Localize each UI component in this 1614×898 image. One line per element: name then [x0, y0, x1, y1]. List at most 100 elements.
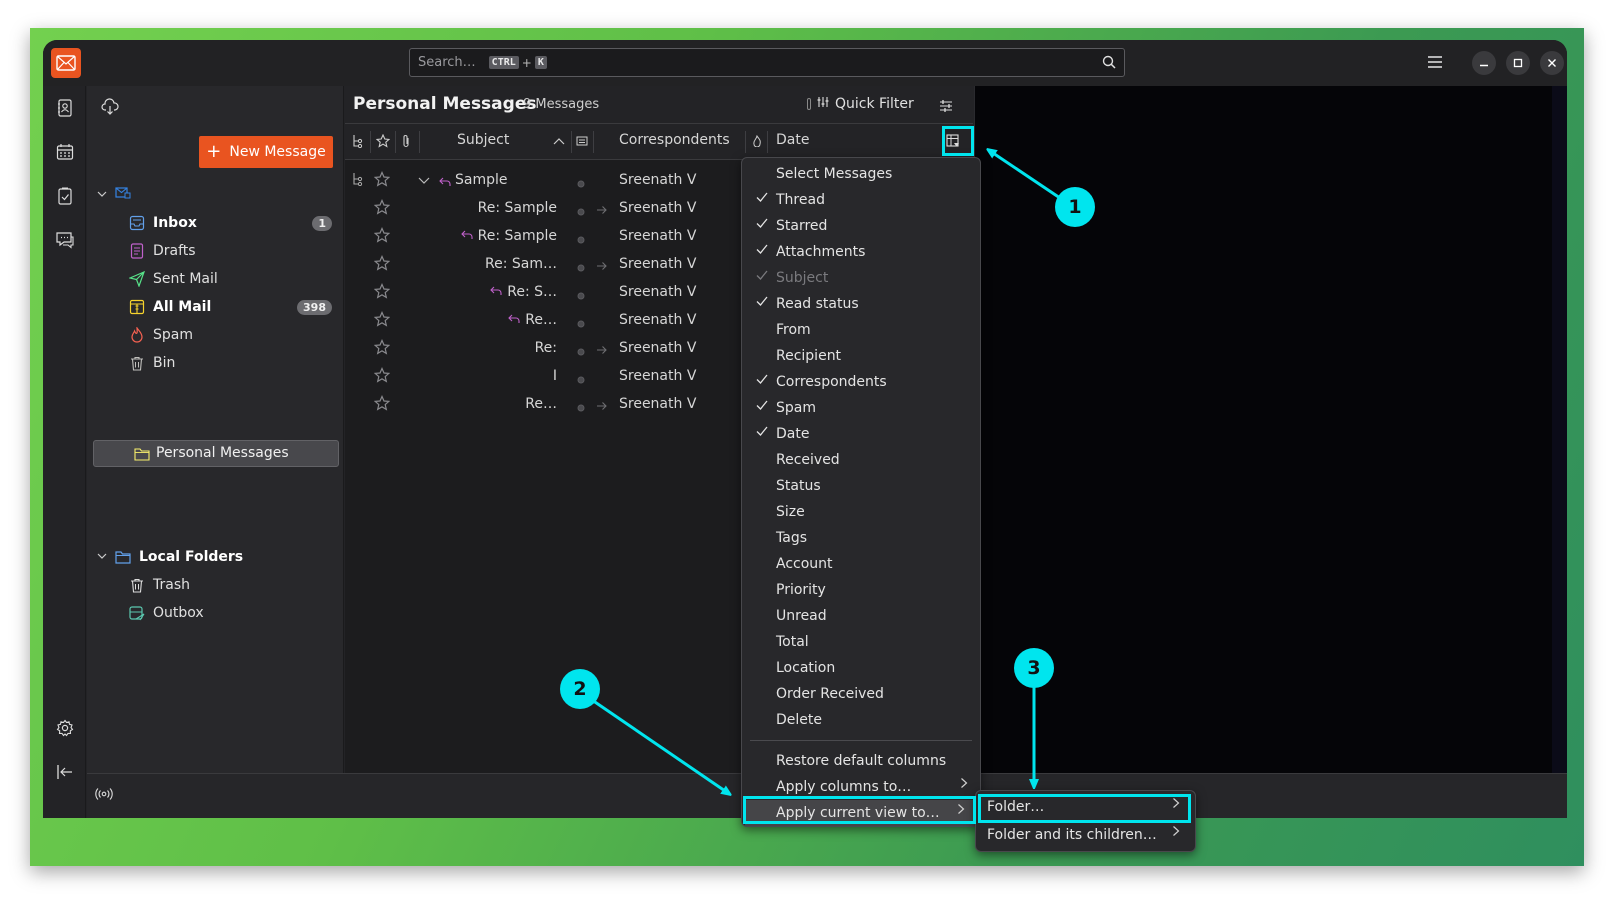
- read-status-dot-icon[interactable]: [577, 316, 585, 332]
- quick-filter-button[interactable]: Quick Filter: [807, 96, 914, 112]
- folder-all-mail[interactable]: All Mail 398: [87, 294, 344, 320]
- menu-item-status[interactable]: Status: [742, 473, 980, 499]
- chevron-down-icon[interactable]: [97, 549, 107, 565]
- folder-trash[interactable]: Trash: [87, 572, 344, 598]
- get-messages-icon[interactable]: [101, 98, 119, 120]
- unread-count-badge: 398: [297, 299, 332, 315]
- menu-item-correspondents[interactable]: Correspondents: [742, 369, 980, 395]
- display-options-icon[interactable]: [939, 98, 953, 117]
- checkmark-icon: [756, 425, 768, 441]
- menu-item-size[interactable]: Size: [742, 499, 980, 525]
- new-message-button[interactable]: + New Message: [199, 136, 333, 168]
- outgoing-arrow-icon: [596, 203, 608, 219]
- message-subject: Re: Sample: [477, 228, 557, 244]
- menu-item-restore-default-columns[interactable]: Restore default columns: [742, 748, 980, 774]
- menu-item-priority[interactable]: Priority: [742, 577, 980, 603]
- menu-item-delete[interactable]: Delete: [742, 707, 980, 733]
- folder-label: Personal Messages: [156, 445, 289, 461]
- subject-column-header[interactable]: Subject: [457, 132, 509, 148]
- star-icon[interactable]: [373, 395, 391, 415]
- message-correspondent: Sreenath V: [619, 396, 697, 412]
- menu-item-label: Status: [776, 478, 821, 494]
- message-subject-cell: Re:: [535, 340, 557, 356]
- star-icon[interactable]: [373, 311, 391, 331]
- close-window-button[interactable]: [1540, 51, 1564, 75]
- star-icon[interactable]: [373, 171, 391, 191]
- menu-item-total[interactable]: Total: [742, 629, 980, 655]
- folder-label: Drafts: [153, 243, 196, 259]
- folder-drafts[interactable]: Drafts: [87, 238, 344, 264]
- menu-item-label: Tags: [776, 530, 807, 546]
- menu-item-recipient[interactable]: Recipient: [742, 343, 980, 369]
- read-status-dot-icon[interactable]: [577, 400, 585, 416]
- search-icon[interactable]: [1102, 55, 1116, 73]
- menu-item-thread[interactable]: Thread: [742, 187, 980, 213]
- spam-column-icon[interactable]: [752, 134, 762, 151]
- collapse-toolbar-icon[interactable]: [53, 760, 77, 784]
- menu-item-tags[interactable]: Tags: [742, 525, 980, 551]
- thread-column-icon[interactable]: [352, 134, 364, 152]
- folder-sent-mail[interactable]: Sent Mail: [87, 266, 344, 292]
- message-subject: Re: S…: [507, 284, 557, 300]
- date-column-header[interactable]: Date: [776, 132, 809, 148]
- address-book-icon[interactable]: [53, 96, 77, 120]
- menu-item-attachments[interactable]: Attachments: [742, 239, 980, 265]
- global-search-input[interactable]: Search… CTRL + K: [409, 48, 1125, 77]
- attachment-column-icon[interactable]: [401, 134, 411, 153]
- new-message-label: New Message: [229, 144, 326, 160]
- menu-item-spam[interactable]: Spam: [742, 395, 980, 421]
- menu-item-unread[interactable]: Unread: [742, 603, 980, 629]
- submenu-item-folder-and-children[interactable]: Folder and its children…: [979, 822, 1192, 848]
- menu-item-label: Apply columns to…: [776, 779, 912, 795]
- read-status-dot-icon[interactable]: [577, 288, 585, 304]
- maximize-button[interactable]: [1506, 51, 1530, 75]
- settings-gear-icon[interactable]: [53, 716, 77, 740]
- minimize-button[interactable]: [1472, 51, 1496, 75]
- read-status-dot-icon[interactable]: [577, 260, 585, 276]
- online-status-icon[interactable]: [95, 786, 113, 805]
- app-logo-icon[interactable]: [51, 48, 81, 78]
- archive-icon: [129, 299, 145, 315]
- folder-inbox[interactable]: Inbox 1: [87, 210, 344, 236]
- sort-ascending-icon[interactable]: [553, 134, 565, 150]
- thread-icon: [352, 172, 364, 190]
- star-icon[interactable]: [373, 199, 391, 219]
- local-folders-row[interactable]: Local Folders: [87, 544, 344, 570]
- chat-icon[interactable]: [53, 228, 77, 252]
- menu-item-label: Spam: [776, 400, 816, 416]
- app-menu-hamburger-icon[interactable]: [1427, 54, 1443, 73]
- thread-collapse-chevron-icon[interactable]: [418, 174, 430, 190]
- read-status-dot-icon[interactable]: [577, 176, 585, 192]
- column-header-row: Subject Correspondents Date: [345, 124, 973, 160]
- tasks-icon[interactable]: [53, 184, 77, 208]
- menu-item-read-status[interactable]: Read status: [742, 291, 980, 317]
- read-status-dot-icon[interactable]: [577, 372, 585, 388]
- read-status-column-icon[interactable]: [576, 135, 588, 151]
- menu-item-select-messages[interactable]: Select Messages: [742, 161, 980, 187]
- folder-spam[interactable]: Spam: [87, 322, 344, 348]
- correspondents-column-header[interactable]: Correspondents: [619, 132, 730, 148]
- menu-item-location[interactable]: Location: [742, 655, 980, 681]
- menu-item-order-received[interactable]: Order Received: [742, 681, 980, 707]
- menu-item-date[interactable]: Date: [742, 421, 980, 447]
- star-icon[interactable]: [373, 227, 391, 247]
- star-icon[interactable]: [373, 283, 391, 303]
- starred-column-icon[interactable]: [375, 133, 391, 152]
- calendar-icon[interactable]: [53, 140, 77, 164]
- account-row[interactable]: [87, 182, 344, 208]
- menu-item-account[interactable]: Account: [742, 551, 980, 577]
- star-icon[interactable]: [373, 255, 391, 275]
- folder-personal-messages[interactable]: Personal Messages: [93, 440, 339, 467]
- menu-item-starred[interactable]: Starred: [742, 213, 980, 239]
- read-status-dot-icon[interactable]: [577, 344, 585, 360]
- folder-label: Inbox: [153, 215, 197, 231]
- read-status-dot-icon[interactable]: [577, 204, 585, 220]
- menu-item-from[interactable]: From: [742, 317, 980, 343]
- read-status-dot-icon[interactable]: [577, 232, 585, 248]
- folder-outbox[interactable]: Outbox: [87, 600, 344, 626]
- star-icon[interactable]: [373, 339, 391, 359]
- menu-item-received[interactable]: Received: [742, 447, 980, 473]
- chevron-down-icon[interactable]: [97, 187, 107, 203]
- star-icon[interactable]: [373, 367, 391, 387]
- folder-bin[interactable]: Bin: [87, 350, 344, 376]
